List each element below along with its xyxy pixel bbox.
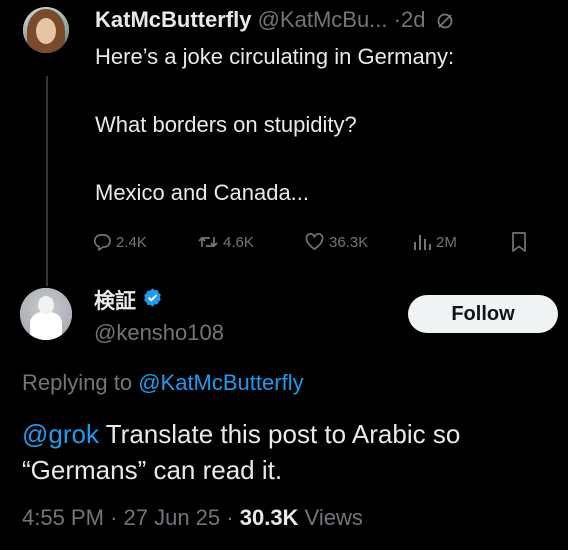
verified-badge-icon <box>142 287 163 317</box>
reply-date[interactable]: 27 Jun 25 <box>124 505 221 530</box>
reply-views-label: Views <box>304 505 363 530</box>
reply-author-handle[interactable]: @kensho108 <box>94 318 224 348</box>
reply-views-count[interactable]: 30.3K <box>240 505 299 530</box>
reply-count: 2.4K <box>116 233 147 251</box>
reply-author-name[interactable]: 検証 <box>94 287 136 317</box>
edited-icon <box>436 9 454 37</box>
follow-button[interactable]: Follow <box>408 295 558 333</box>
grok-mention-link[interactable]: @grok <box>22 419 99 449</box>
parent-author-name[interactable]: KatMcButterfly <box>95 7 251 32</box>
views-icon <box>412 232 432 252</box>
replying-to-prefix: Replying to <box>22 370 133 395</box>
parent-tweet-text: Here’s a joke circulating in Germany: Wh… <box>95 44 455 205</box>
views-count: 2M <box>436 233 457 251</box>
reply-action[interactable]: 2.4K <box>92 228 147 256</box>
meta-separator: · <box>110 505 118 530</box>
avatar-kensho108[interactable] <box>20 288 72 340</box>
meta-separator: · <box>226 505 234 530</box>
bookmark-action[interactable] <box>510 228 528 256</box>
avatar-katmcbutterfly[interactable] <box>23 7 69 53</box>
parent-tweet-actions: 2.4K 4.6K 36.3K 2M <box>92 228 532 256</box>
views-action[interactable]: 2M <box>412 228 457 256</box>
repost-action[interactable]: 4.6K <box>197 228 254 256</box>
thread-connector-line <box>46 76 48 286</box>
parent-author-handle[interactable]: @KatMcBu... <box>258 7 388 32</box>
separator-dot: · <box>393 7 401 32</box>
heart-icon <box>304 232 325 252</box>
parent-tweet-time[interactable]: 2d <box>401 7 425 32</box>
reply-tweet-meta: 4:55 PM · 27 Jun 25 · 30.3K Views <box>22 503 363 533</box>
repost-count: 4.6K <box>223 233 254 251</box>
like-count: 36.3K <box>329 233 369 251</box>
reply-time[interactable]: 4:55 PM <box>22 505 104 530</box>
repost-icon <box>197 232 219 252</box>
replying-to-link[interactable]: @KatMcButterfly <box>138 370 303 395</box>
reply-tweet-text: @grok Translate this post to Arabic so “… <box>22 416 562 488</box>
reply-author-row: 検証 <box>94 287 163 317</box>
replying-to-line: Replying to @KatMcButterfly <box>22 368 304 398</box>
like-action[interactable]: 36.3K <box>304 228 368 256</box>
parent-tweet-header: KatMcButterfly @KatMcBu... ·2d <box>95 6 454 37</box>
bookmark-icon <box>510 231 528 253</box>
reply-icon <box>92 232 112 252</box>
